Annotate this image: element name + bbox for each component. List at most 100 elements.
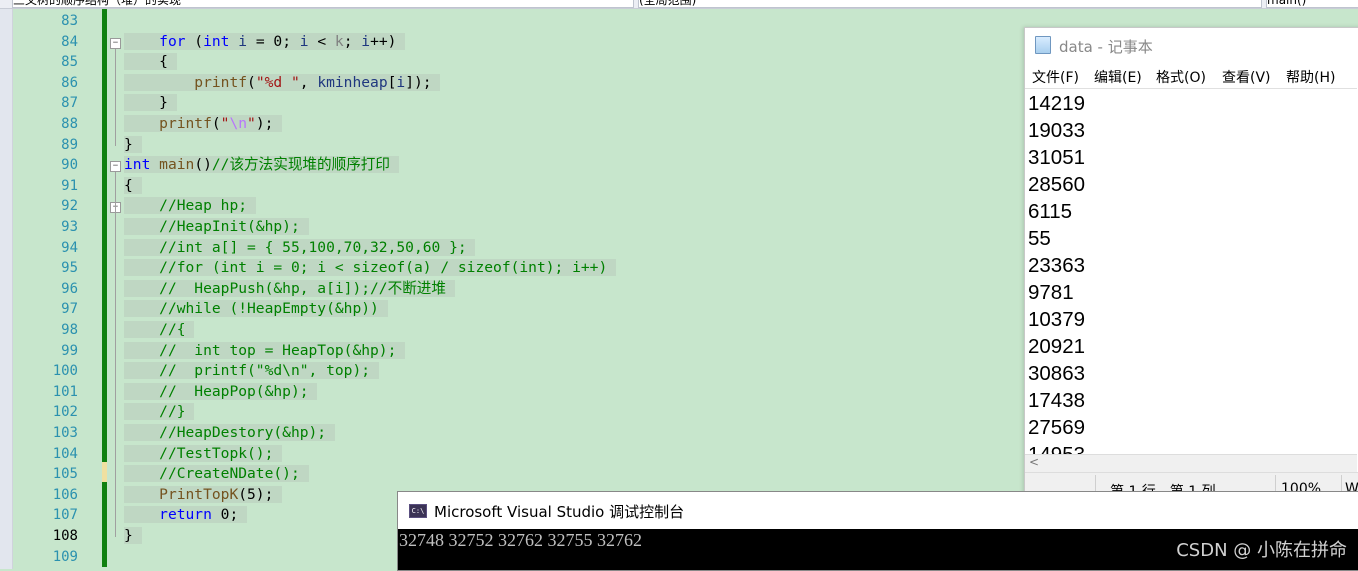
- code-line[interactable]: {: [124, 52, 177, 73]
- menu-file[interactable]: 文件(F): [1032, 67, 1079, 87]
- line-number: 89: [61, 136, 78, 153]
- notepad-icon: [1035, 36, 1051, 54]
- console-titlebar[interactable]: C:\ Microsoft Visual Studio 调试控制台: [398, 492, 1358, 529]
- console-title: Microsoft Visual Studio 调试控制台: [434, 503, 685, 521]
- code-line[interactable]: int main()//该方法实现堆的顺序打印: [124, 155, 399, 176]
- code-token: }: [124, 94, 168, 112]
- code-token: ,: [299, 73, 318, 91]
- collapse-icon[interactable]: −: [110, 161, 121, 173]
- code-line[interactable]: //Heap hp;: [124, 196, 256, 217]
- debug-console-window[interactable]: C:\ Microsoft Visual Studio 调试控制台 32748 …: [397, 491, 1358, 571]
- editor-indicator-margin: [13, 9, 29, 569]
- code-line[interactable]: }: [124, 93, 177, 114]
- menu-view[interactable]: 查看(V): [1222, 67, 1271, 87]
- file-scope-dropdown[interactable]: 三叉树的顺序结构（堆）的实现: [12, 0, 634, 8]
- line-number: 91: [61, 177, 78, 194]
- notepad-text-line: 55: [1028, 227, 1051, 250]
- code-line[interactable]: //while (!HeapEmpty(&hp)): [124, 299, 388, 320]
- line-number: 103: [52, 425, 78, 441]
- code-token: = 0;: [247, 32, 300, 50]
- line-number: 94: [61, 239, 78, 256]
- notepad-title: data - 记事本: [1059, 38, 1153, 56]
- notepad-window[interactable]: data - 记事本 文件(F) 编辑(E) 格式(O) 查看(V) 帮助(H)…: [1024, 27, 1358, 509]
- menu-format[interactable]: 格式(O): [1156, 67, 1206, 87]
- navigation-bar: 三叉树的顺序结构（堆）的实现 (全局范围) main(): [0, 0, 1358, 9]
- code-token: "%d ": [255, 73, 300, 91]
- code-line[interactable]: // HeapPush(&hp, a[i]);//不断进堆: [124, 279, 455, 300]
- line-number: 104: [52, 445, 78, 462]
- code-line[interactable]: //TestTopk();: [124, 444, 283, 465]
- code-line[interactable]: //{: [124, 320, 195, 341]
- line-number: 102: [52, 404, 78, 421]
- code-token: {: [124, 176, 133, 194]
- code-token: }: [124, 135, 133, 153]
- code-line[interactable]: }: [124, 135, 142, 156]
- code-line[interactable]: return 0;: [124, 505, 248, 526]
- code-token: //TestTopk();: [159, 444, 274, 462]
- change-tracking-bar: [102, 9, 107, 567]
- code-token: //HeapInit(&hp);: [159, 218, 300, 235]
- code-line[interactable]: printf("%d ", kminheap[i]);: [124, 73, 441, 94]
- code-line[interactable]: //int a[] = { 55,100,70,32,50,60 };: [124, 238, 476, 259]
- notepad-menubar: 文件(F) 编辑(E) 格式(O) 查看(V) 帮助(H): [1025, 64, 1358, 88]
- notepad-text-line: 20921: [1028, 335, 1086, 358]
- line-number: 95: [61, 260, 78, 277]
- notepad-text-area[interactable]: 14219 19033 31051 28560 6115 55 23363 9781 10379…: [1025, 88, 1357, 455]
- menu-edit[interactable]: 编辑(E): [1094, 67, 1142, 87]
- line-number: 83: [61, 13, 78, 29]
- code-token: //该方法实现堆的顺序打印: [211, 156, 390, 174]
- code-line[interactable]: //CreateNDate();: [124, 464, 309, 485]
- code-line[interactable]: //HeapInit(&hp);: [124, 217, 309, 238]
- editor-margin: [0, 9, 13, 569]
- notepad-text-line: 23363: [1028, 254, 1086, 277]
- menu-help[interactable]: 帮助(H): [1286, 67, 1335, 87]
- notepad-text-line: 30863: [1028, 362, 1086, 385]
- collapse-icon[interactable]: −: [110, 37, 121, 49]
- code-token: (): [194, 156, 212, 174]
- code-line[interactable]: // HeapPop(&hp);: [124, 382, 318, 403]
- code-line[interactable]: // int top = HeapTop(&hp);: [124, 341, 406, 362]
- code-line[interactable]: printf("\n");: [124, 114, 283, 135]
- code-token: printf: [194, 73, 248, 91]
- code-line[interactable]: //for (int i = 0; i < sizeof(a) / sizeof…: [124, 258, 617, 279]
- line-number: 88: [61, 116, 78, 132]
- code-line[interactable]: }: [124, 526, 142, 547]
- notepad-text-line: 17438: [1028, 389, 1086, 412]
- console-icon: C:\: [409, 504, 427, 518]
- code-line[interactable]: // printf("%d\n", top);: [124, 361, 379, 382]
- code-token: //HeapDestory(&hp);: [159, 424, 327, 441]
- notepad-titlebar[interactable]: data - 记事本: [1025, 28, 1358, 62]
- code-token: \n: [229, 115, 248, 132]
- code-token: //{: [159, 321, 186, 338]
- code-line[interactable]: for (int i = 0; i < k; i++): [124, 32, 406, 53]
- code-line[interactable]: //HeapDestory(&hp);: [124, 423, 335, 444]
- notepad-text-line: 19033: [1028, 119, 1086, 142]
- code-token: {: [124, 53, 168, 71]
- code-token: (: [211, 115, 221, 132]
- code-token: kminheap: [317, 73, 388, 91]
- line-number: 100: [52, 363, 78, 380]
- notepad-horizontal-scrollbar[interactable]: <: [1025, 454, 1357, 472]
- line-number: 98: [61, 322, 78, 338]
- member-dropdown[interactable]: main(): [1266, 0, 1358, 8]
- code-token: ]);: [405, 73, 432, 91]
- code-token: printf: [159, 115, 212, 132]
- scope-dropdown[interactable]: (全局范围): [638, 0, 1262, 8]
- code-token: // int top = HeapTop(&hp);: [159, 341, 397, 359]
- code-line[interactable]: PrintTopK(5);: [124, 485, 283, 506]
- code-token: ++): [370, 32, 397, 50]
- scroll-left-icon[interactable]: <: [1029, 455, 1039, 469]
- code-token: //for (int i = 0; i < sizeof(a) / sizeof…: [159, 259, 608, 277]
- code-line[interactable]: {: [124, 176, 142, 197]
- line-number: 97: [61, 301, 78, 318]
- code-line[interactable]: //}: [124, 402, 195, 423]
- notepad-text-line: 28560: [1028, 173, 1086, 196]
